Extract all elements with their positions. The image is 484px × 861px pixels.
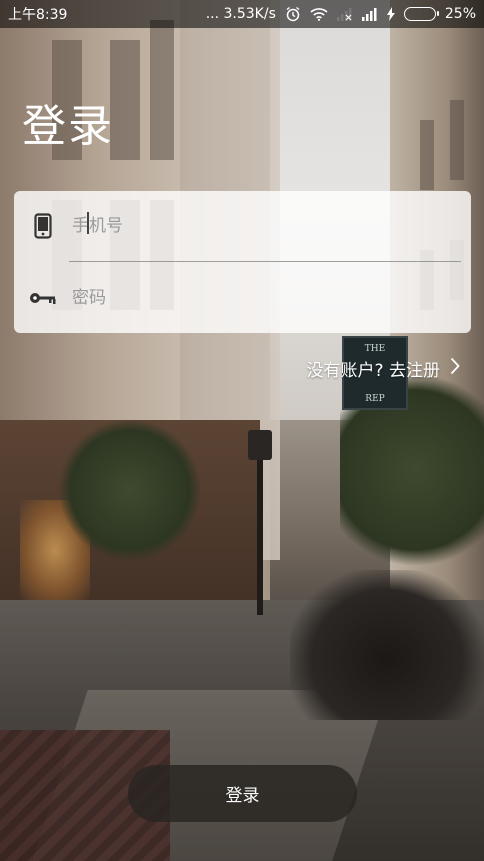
signal-icon	[361, 6, 378, 22]
register-link[interactable]: 没有账户? 去注册	[307, 356, 460, 381]
chevron-right-icon	[450, 357, 460, 380]
key-icon	[14, 290, 72, 306]
login-button[interactable]: 登录	[128, 765, 357, 822]
phone-field-row	[14, 191, 471, 261]
password-field-row	[14, 263, 471, 333]
login-form-card	[14, 191, 471, 333]
status-bar: 上午8:39 ... 3.53K/s 25%	[0, 0, 484, 28]
text-cursor	[87, 212, 89, 234]
battery-percent: 25%	[444, 6, 476, 22]
charging-icon	[386, 6, 395, 22]
phone-input[interactable]	[72, 206, 432, 246]
field-divider	[69, 261, 461, 262]
signal-weak-icon	[336, 6, 353, 22]
battery-icon	[403, 6, 439, 22]
phone-icon	[14, 213, 72, 239]
password-input[interactable]	[72, 278, 432, 318]
status-time: 上午8:39	[8, 7, 68, 23]
register-link-label: 没有账户? 去注册	[306, 361, 440, 381]
alarm-icon	[285, 6, 301, 22]
wifi-icon	[310, 6, 328, 22]
page-title: 登录	[22, 101, 114, 152]
network-speed: ... 3.53K/s	[205, 6, 276, 22]
